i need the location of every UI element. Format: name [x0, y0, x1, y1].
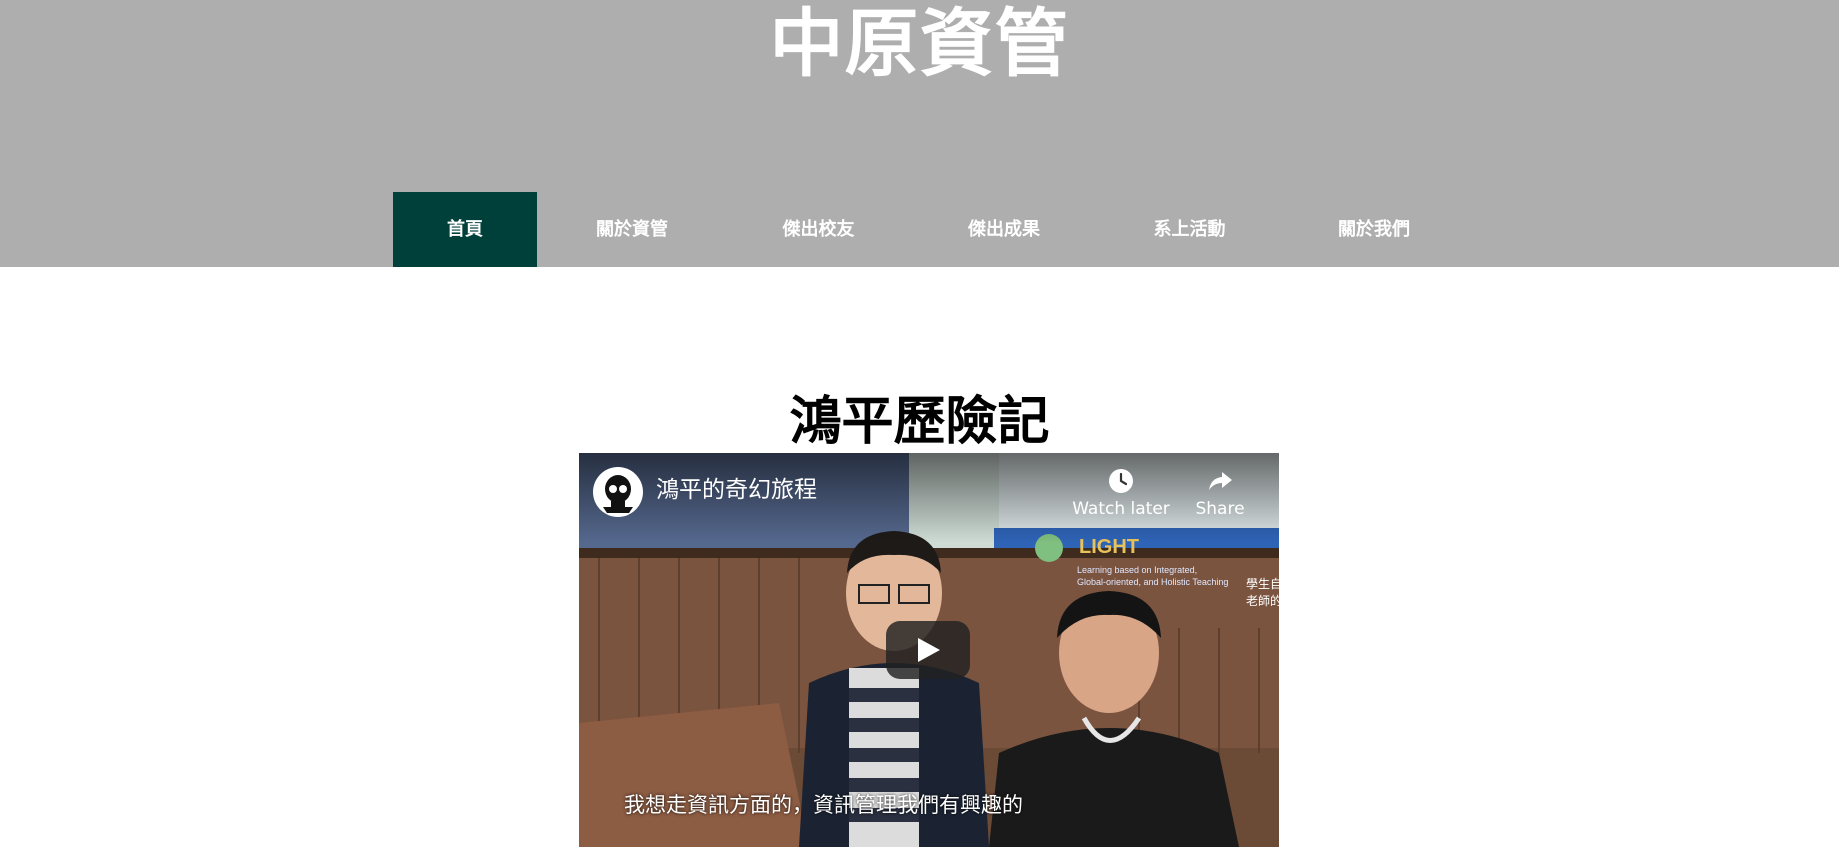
watch-later-button[interactable]: Watch later [1066, 467, 1176, 519]
video-caption: 我想走資訊方面的，資訊管理我們有興趣的 [624, 793, 1023, 817]
page-title: 鴻平歷險記 [789, 392, 1050, 452]
nav-item-activities[interactable]: 系上活動 [1098, 192, 1281, 267]
clock-icon [1109, 469, 1133, 493]
nav-item-about-im[interactable]: 關於資管 [537, 192, 727, 267]
play-icon [918, 638, 940, 662]
video-player[interactable]: LIGHT Learning based on Integrated, Glob… [579, 453, 1279, 847]
site-title[interactable]: 中原資管 [0, 0, 1839, 88]
main-nav: 首頁 關於資管 傑出校友 傑出成果 系上活動 關於我們 [393, 192, 1467, 267]
poster-sign-line2: Global-oriented, and Holistic Teaching [1077, 577, 1228, 587]
watch-later-label: Watch later [1072, 499, 1170, 519]
nav-item-alumni[interactable]: 傑出校友 [727, 192, 910, 267]
nav-item-about-us[interactable]: 關於我們 [1281, 192, 1467, 267]
poster-side-text1: 學生自 [1246, 577, 1279, 591]
channel-avatar[interactable] [593, 467, 643, 517]
poster-sign-line1: Learning based on Integrated, [1077, 565, 1197, 575]
site-header: 中原資管 首頁 關於資管 傑出校友 傑出成果 系上活動 關於我們 [0, 0, 1839, 267]
play-button[interactable] [886, 621, 970, 679]
share-button[interactable]: Share [1165, 467, 1275, 519]
poster-side-text2: 老師的 [1246, 593, 1279, 608]
share-label: Share [1195, 499, 1245, 519]
share-arrow-icon [1209, 472, 1232, 490]
video-title[interactable]: 鴻平的奇幻旅程 [656, 475, 817, 505]
skull-avatar-icon [594, 468, 642, 516]
nav-item-home[interactable]: 首頁 [393, 192, 537, 267]
nav-item-achievements[interactable]: 傑出成果 [910, 192, 1098, 267]
